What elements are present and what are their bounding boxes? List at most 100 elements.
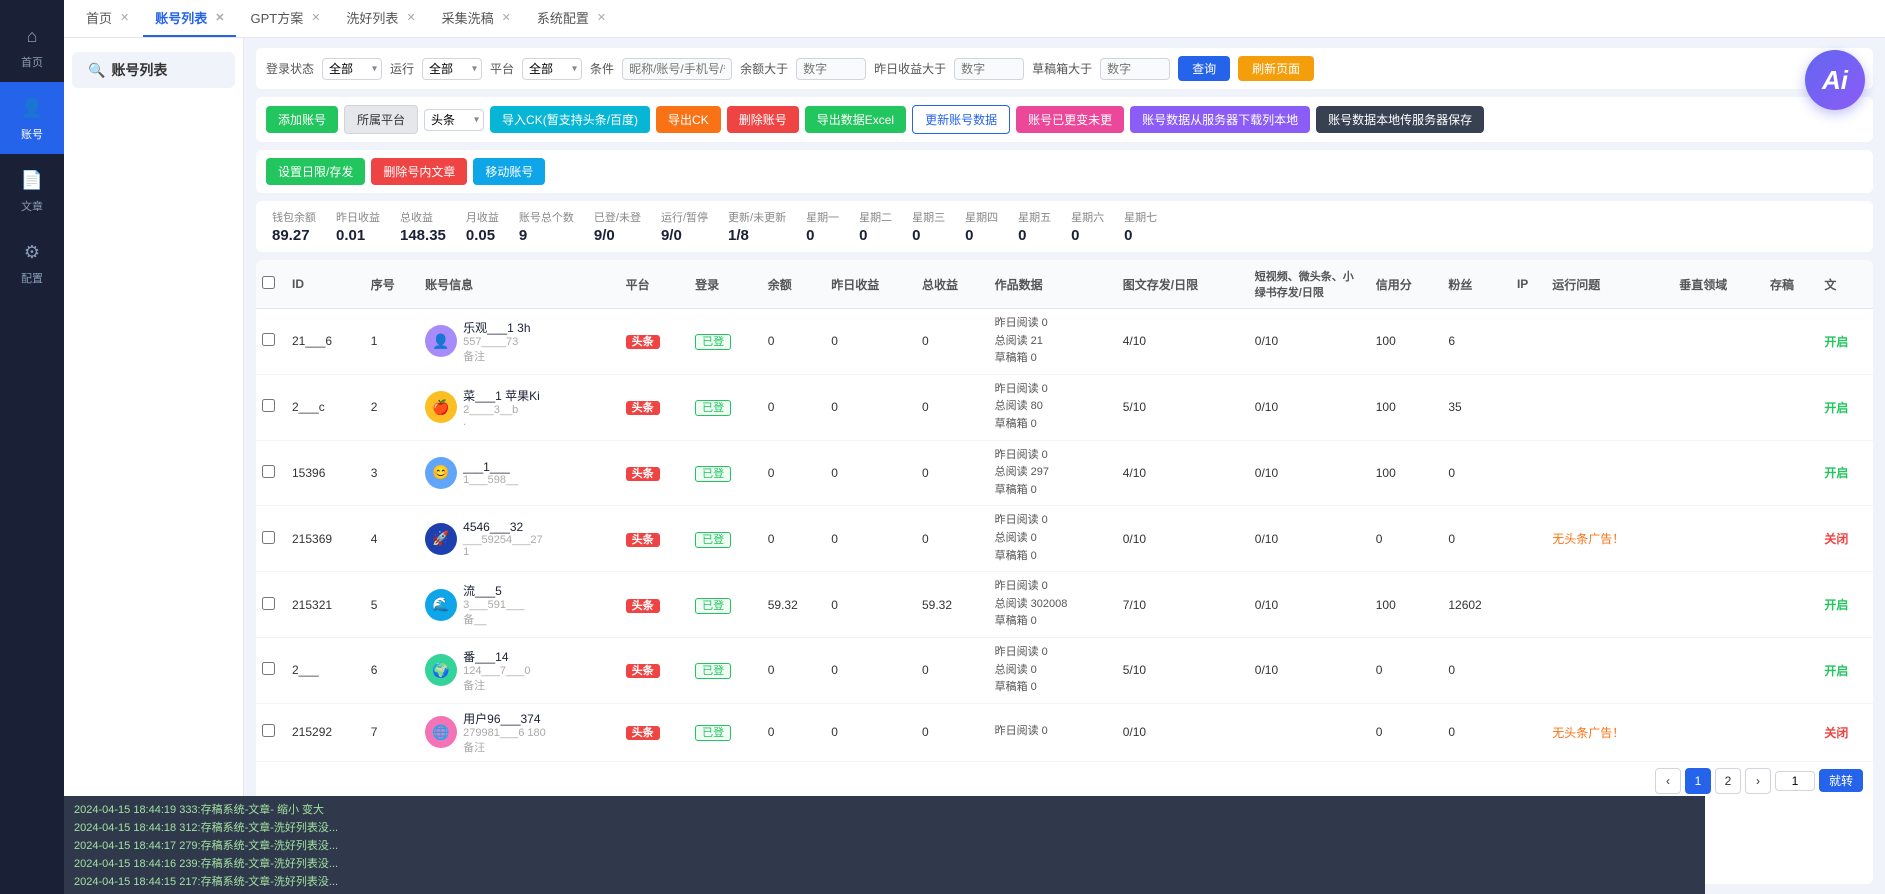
row-id: 21___6 <box>286 309 365 375</box>
import-ck-button[interactable]: 导入CK(暂支持头条/百度) <box>490 106 650 133</box>
row-id: 15396 <box>286 440 365 506</box>
tab-collect-draft[interactable]: 采集洗稿 ✕ <box>430 1 523 37</box>
tab-gpt-plan[interactable]: GPT方案 ✕ <box>238 1 332 37</box>
page-jump-button[interactable]: 就转 <box>1819 769 1863 792</box>
summary-value: 148.35 <box>400 227 446 244</box>
platform-select-2[interactable]: 头条 百度 <box>424 109 484 131</box>
summary-item: 已登/未登9/0 <box>594 209 641 244</box>
work-yesterday: 昨日阅读 0 <box>995 381 1111 399</box>
delete-account-button[interactable]: 删除账号 <box>727 106 799 133</box>
tab-account-list-close[interactable]: ✕ <box>215 11 224 24</box>
row-account-info: 🌊 流___5 3___591___ 备__ <box>419 572 619 638</box>
sidebar-item-home[interactable]: ⌂ 首页 <box>0 10 64 82</box>
export-ck-button[interactable]: 导出CK <box>656 106 721 133</box>
row-yesterday: 0 <box>825 703 916 761</box>
run-select[interactable]: 全部 运行 暂停 <box>422 58 482 80</box>
home-icon: ⌂ <box>18 22 46 50</box>
tab-home-close[interactable]: ✕ <box>120 11 129 24</box>
tab-account-list[interactable]: 账号列表 ✕ <box>143 1 236 37</box>
row-fans: 0 <box>1442 506 1511 572</box>
row-id: 2___c <box>286 374 365 440</box>
tab-collect-draft-close[interactable]: ✕ <box>502 11 511 24</box>
export-excel-button[interactable]: 导出数据Excel <box>805 106 906 133</box>
row-checkbox-cell <box>256 374 286 440</box>
query-button[interactable]: 查询 <box>1178 56 1230 81</box>
prev-page-btn[interactable]: ‹ <box>1655 768 1681 794</box>
row-id: 215292 <box>286 703 365 761</box>
tab-home[interactable]: 首页 ✕ <box>74 1 141 37</box>
tab-wash-list[interactable]: 洗好列表 ✕ <box>334 1 427 37</box>
account-number: 3___591___ <box>463 599 524 611</box>
work-yesterday: 昨日阅读 0 <box>995 512 1111 530</box>
tab-wash-list-close[interactable]: ✕ <box>406 11 415 24</box>
buttons-row-1: 添加账号 所属平台 头条 百度 导入CK(暂支持头条/百度) 导出CK 删除账号… <box>256 97 1873 142</box>
platform-button[interactable]: 所属平台 <box>344 105 418 134</box>
page-2-btn[interactable]: 2 <box>1715 768 1741 794</box>
refresh-page-button[interactable]: 刷新页面 <box>1238 56 1314 81</box>
run-label: 运行 <box>390 60 414 77</box>
platform-filter-select[interactable]: 全部 头条 百度 <box>522 58 582 80</box>
avatar: 🍎 <box>425 391 457 423</box>
upload-server-button[interactable]: 账号数据本地传服务器保存 <box>1316 106 1484 133</box>
row-total: 0 <box>916 374 989 440</box>
account-text: 乐观___1 3h 557____73 备注 <box>463 319 530 364</box>
add-account-button[interactable]: 添加账号 <box>266 106 338 133</box>
page-content: 登录状态 全部 已登 未登 运行 全部 运行 暂停 平台 <box>244 38 1885 894</box>
set-limit-button[interactable]: 设置日限/存发 <box>266 158 365 185</box>
row-video-post: 0/10 <box>1249 374 1370 440</box>
row-account-info: 🌐 用户96___374 279981___6 180 备汪 <box>419 703 619 761</box>
summary-label: 账号总个数 <box>519 209 574 225</box>
row-checkbox[interactable] <box>262 333 275 346</box>
row-video-post: 0/10 <box>1249 506 1370 572</box>
account-note: 备汪 <box>463 739 546 755</box>
tab-gpt-plan-close[interactable]: ✕ <box>311 11 320 24</box>
row-checkbox[interactable] <box>262 597 275 610</box>
balance-input[interactable] <box>796 58 866 80</box>
ai-badge[interactable]: Ai <box>1805 50 1865 110</box>
account-number: 2____3__b <box>463 404 540 416</box>
yesterday-income-input[interactable] <box>954 58 1024 80</box>
tab-sys-config-close[interactable]: ✕ <box>597 11 606 24</box>
platform-badge: 头条 <box>626 664 660 678</box>
row-credit: 0 <box>1370 637 1443 703</box>
account-number: ___59254___27 <box>463 534 543 546</box>
draft-box-input[interactable] <box>1100 58 1170 80</box>
delete-inner-button[interactable]: 删除号内文章 <box>371 158 467 185</box>
row-ip <box>1511 374 1546 440</box>
select-all-checkbox[interactable] <box>262 276 275 289</box>
sidebar-item-account[interactable]: 👤 账号 <box>0 82 64 154</box>
login-badge: 已登 <box>695 334 731 350</box>
tab-sys-config-label: 系统配置 <box>537 8 589 27</box>
sidebar-item-config[interactable]: ⚙ 配置 <box>0 226 64 298</box>
row-platform: 头条 <box>620 703 690 761</box>
col-draft: 存稿 <box>1764 260 1818 309</box>
condition-label: 条件 <box>590 60 614 77</box>
account-text: 菜___1 苹果Ki 2____3__b . <box>463 387 540 428</box>
row-issue <box>1546 572 1673 638</box>
col-issue: 运行问题 <box>1546 260 1673 309</box>
move-account-button[interactable]: 移动账号 <box>473 158 545 185</box>
col-img-post: 图文存发/日限 <box>1117 260 1249 309</box>
row-vertical <box>1673 637 1764 703</box>
condition-input[interactable] <box>622 58 732 80</box>
account-changed-button[interactable]: 账号已更变未更 <box>1016 106 1124 133</box>
page-1-btn[interactable]: 1 <box>1685 768 1711 794</box>
sidebar-item-article[interactable]: 📄 文章 <box>0 154 64 226</box>
row-checkbox[interactable] <box>262 662 275 675</box>
next-page-btn[interactable]: › <box>1745 768 1771 794</box>
download-local-button[interactable]: 账号数据从服务器下载列本地 <box>1130 106 1310 133</box>
row-draft <box>1764 572 1818 638</box>
row-id: 215369 <box>286 506 365 572</box>
row-checkbox[interactable] <box>262 724 275 737</box>
page-jump-input[interactable] <box>1775 771 1815 791</box>
tab-sys-config[interactable]: 系统配置 ✕ <box>525 1 618 37</box>
update-account-button[interactable]: 更新账号数据 <box>912 105 1010 134</box>
tab-collect-draft-label: 采集洗稿 <box>442 8 494 27</box>
row-checkbox[interactable] <box>262 399 275 412</box>
summary-value: 0.05 <box>466 227 495 244</box>
row-checkbox[interactable] <box>262 531 275 544</box>
row-vertical <box>1673 374 1764 440</box>
login-status-select[interactable]: 全部 已登 未登 <box>322 58 382 80</box>
col-fans: 粉丝 <box>1442 260 1511 309</box>
row-checkbox[interactable] <box>262 465 275 478</box>
